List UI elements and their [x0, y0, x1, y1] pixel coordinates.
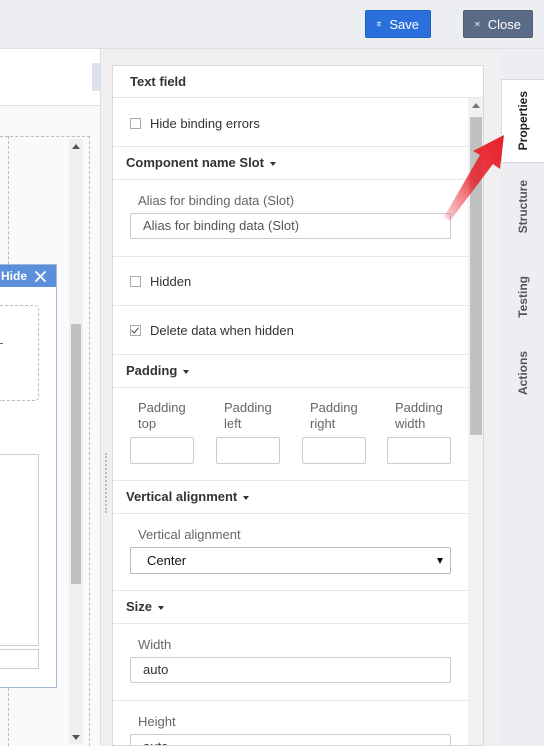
width-label: Width — [138, 637, 172, 652]
chevron-down-icon — [269, 161, 276, 166]
close-icon — [475, 21, 480, 27]
panel-input[interactable] — [0, 649, 39, 669]
section-component-name-header[interactable]: Component name Slot — [113, 147, 468, 180]
size-section-title: Size — [126, 599, 153, 614]
hidden-row[interactable]: Hidden — [130, 274, 191, 289]
padding-left-input[interactable] — [216, 437, 280, 464]
floating-panel: Hide — [0, 264, 57, 688]
hide-button[interactable]: Hide — [1, 269, 27, 283]
vertical-alignment-value: Center — [147, 553, 187, 568]
vertical-alignment-select[interactable]: Center — [130, 547, 451, 574]
save-label: Save — [389, 16, 419, 32]
section-hidden: Hidden — [113, 257, 468, 306]
close-icon[interactable] — [35, 270, 46, 282]
height-label: Height — [138, 714, 176, 729]
delete-data-row[interactable]: Delete data when hidden — [130, 323, 294, 338]
delete-data-checkbox[interactable] — [130, 325, 141, 336]
save-icon — [377, 21, 382, 27]
width-input[interactable]: auto — [130, 657, 451, 683]
padding-left-label: Padding left — [224, 400, 272, 431]
close-label: Close — [487, 16, 521, 32]
scroll-down-icon[interactable] — [72, 735, 80, 740]
section-padding-header[interactable]: Padding — [113, 355, 468, 388]
hidden-checkbox[interactable] — [130, 276, 141, 287]
canvas-scrollbar[interactable] — [69, 139, 83, 744]
chevron-down-icon — [158, 605, 165, 610]
alias-label: Alias for binding data (Slot) — [138, 193, 295, 208]
padding-right-label: Padding right — [310, 400, 358, 431]
alias-input[interactable]: Alias for binding data (Slot) — [130, 213, 451, 239]
drop-zone[interactable] — [0, 305, 39, 401]
padding-top-label: Padding top — [138, 400, 186, 431]
panel-header[interactable]: Hide — [0, 265, 56, 287]
chevron-down-icon — [183, 369, 190, 374]
hidden-label: Hidden — [150, 274, 192, 289]
annotation-arrow-icon — [444, 135, 504, 221]
tab-testing[interactable]: Testing — [501, 257, 544, 337]
toolbar-control[interactable] — [92, 63, 100, 91]
section-width: Width auto — [113, 624, 468, 701]
panel-title: Text field — [113, 66, 483, 98]
chevron-down-icon — [243, 495, 250, 500]
tab-actions-label: Actions — [515, 350, 530, 395]
drop-zone-marker — [0, 343, 3, 344]
section-height: Height auto — [113, 701, 468, 745]
section-vertical-alignment-header[interactable]: Vertical alignment — [113, 481, 468, 514]
close-button[interactable]: Close — [463, 10, 533, 38]
pane-divider — [100, 49, 101, 746]
panel-content-box — [0, 454, 39, 646]
scroll-up-icon[interactable] — [472, 103, 480, 108]
tab-structure-label: Structure — [515, 180, 530, 234]
tab-testing-label: Testing — [515, 276, 530, 318]
section-component-name: Alias for binding data (Slot) Alias for … — [113, 180, 468, 257]
dropdown-arrow-icon — [437, 558, 443, 564]
section-size-header[interactable]: Size — [113, 591, 468, 624]
tab-actions[interactable]: Actions — [501, 331, 544, 415]
padding-width-label: Padding width — [395, 400, 443, 431]
top-toolbar: Save Close — [0, 0, 544, 49]
properties-panel: Text field Hide binding errors Component… — [112, 65, 484, 746]
hide-binding-errors-label: Hide binding errors — [150, 116, 260, 131]
design-canvas[interactable]: Hide — [0, 106, 100, 746]
save-button[interactable]: Save — [365, 10, 431, 38]
padding-width-input[interactable] — [387, 437, 451, 464]
vertical-alignment-label: Vertical alignment — [138, 527, 241, 542]
component-name-section-title: Component name Slot — [126, 155, 264, 170]
section-delete-data: Delete data when hidden — [113, 306, 468, 355]
hide-binding-errors-row[interactable]: Hide binding errors — [130, 116, 260, 131]
section-binding-errors: Hide binding errors — [113, 99, 468, 147]
tab-properties-label: Properties — [516, 91, 530, 151]
scrollbar-thumb[interactable] — [71, 324, 81, 584]
height-input[interactable]: auto — [130, 734, 451, 745]
hide-binding-errors-checkbox[interactable] — [130, 118, 141, 129]
resize-handle[interactable] — [105, 453, 109, 513]
designer-canvas-pane: Hide — [0, 49, 100, 746]
scroll-up-icon[interactable] — [72, 144, 80, 149]
padding-right-input[interactable] — [302, 437, 366, 464]
padding-top-input[interactable] — [130, 437, 194, 464]
canvas-toolbar — [0, 49, 100, 106]
delete-data-label: Delete data when hidden — [150, 323, 294, 338]
vertical-alignment-section-title: Vertical alignment — [126, 489, 238, 504]
padding-section-title: Padding — [126, 363, 178, 378]
